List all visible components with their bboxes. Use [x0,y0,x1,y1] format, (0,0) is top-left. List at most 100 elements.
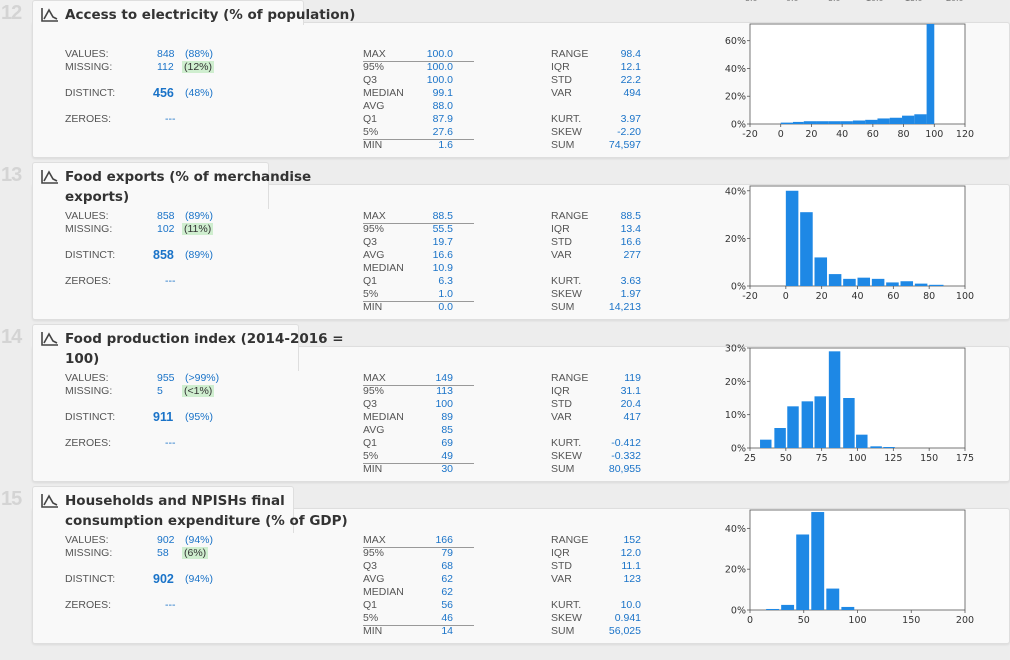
quantile-value: 149 [435,372,453,384]
variable-title[interactable]: Households and NPISHs final consumption … [65,491,348,531]
x-tick-label: -20 [742,291,758,302]
quantile-label: 95% [363,223,385,235]
variable-row: 12 Access to electricity (% of populatio… [0,0,1010,162]
variable-title-line: Households and NPISHs final [65,493,285,509]
stat-value: 12.1 [620,61,641,73]
numeric-variable-icon [41,332,58,346]
quantile-value: 62 [441,573,453,585]
variable-title[interactable]: Access to electricity (% of population) [65,5,355,25]
quantile-value: 68 [441,560,453,572]
stat-value: 12.0 [620,547,641,559]
x-tick-label: 100 [956,291,974,302]
x-tick-label: 120 [956,129,974,140]
quantile-label: Q3 [363,236,378,248]
values-label: VALUES: [65,210,109,222]
distinct-percent: (95%) [185,411,214,423]
y-tick-label: 40% [725,186,746,197]
variable-title-line: Food exports (% of merchandise [65,169,312,185]
y-tick-label: 40% [725,524,746,535]
quantile-value: 1.0 [438,288,453,300]
stat-value: 152 [623,534,641,546]
quantile-label: MAX [363,372,386,384]
x-tick-label: 80 [898,129,910,140]
numeric-variable-icon [41,170,58,184]
histogram-bar [841,606,855,610]
quantile-divider [363,625,474,626]
histogram-bar [929,284,944,286]
variable-title-line: Food production index (2014-2016 = [65,331,344,347]
stat-label: IQR [551,547,570,559]
stat-value: -2.20 [617,126,641,138]
y-tick-label: 40% [725,64,746,75]
variable-row: 15 Households and NPISHs final consumpti… [0,486,1010,648]
quantile-label: 5% [363,612,379,624]
missing-percent: (6%) [182,547,209,559]
histogram-bar [828,351,841,448]
quantile-value: 49 [441,450,453,462]
stat-label: IQR [551,385,570,397]
stat-label: KURT. [551,599,582,611]
quantile-value: 89 [441,411,453,423]
stat-label: SKEW [551,288,582,300]
quantile-value: 10.9 [432,262,453,274]
missing-percent-badge: (11%) [182,223,214,235]
stat-label: VAR [551,573,572,585]
quantile-value: 27.6 [432,126,453,138]
quantile-value: 14 [441,625,453,637]
quantile-label: Q3 [363,74,378,86]
y-tick-label: 20% [725,92,746,103]
quantile-value: 56 [441,599,453,611]
distinct-label: DISTINCT: [65,411,116,423]
stat-value: 16.6 [620,236,641,248]
numeric-variable-icon [41,8,58,22]
quantile-value: 85 [441,424,453,436]
stat-value: 74,597 [608,139,641,151]
stat-value: 80,955 [608,463,641,475]
histogram-svg: 0%20%40%-20 0 20 40 60 80 100 [725,185,974,302]
quantile-label: AVG [363,249,385,261]
quantile-divider [363,301,474,302]
quantile-divider [363,223,474,224]
histogram-chart: 0% 20% 40% 0 50 100 150 200 [720,504,1010,654]
x-tick-label: 125 [884,453,902,464]
stat-value: 10.0 [620,599,641,611]
quantile-value: 100 [435,398,453,410]
stat-value: 20.4 [620,398,641,410]
distinct-count: 911 [153,410,174,424]
histogram-bar [871,278,885,286]
x-tick-label: 150 [902,615,920,626]
row-number: 15 [1,488,22,510]
quantile-label: Q3 [363,560,378,572]
x-tick-label: 80 [923,291,935,302]
x-tick-label: 40 [836,129,848,140]
missing-count: 112 [157,61,174,73]
histogram-bar [814,257,828,286]
distinct-percent: (48%) [185,87,214,99]
histogram-bar [781,604,795,610]
quantile-label: 5% [363,288,379,300]
histogram-bar [826,588,840,610]
x-tick-label: 175 [956,453,974,464]
histogram-bar [785,190,799,286]
zeroes-label: ZEROES: [65,113,112,125]
quantile-label: AVG [363,100,385,112]
stat-label: STD [551,74,572,86]
stat-value: 123 [623,573,641,585]
missing-percent-badge: (12%) [182,61,215,73]
quantile-label: Q1 [363,437,378,449]
histogram-bar [800,212,813,286]
stat-label: SKEW [551,612,582,624]
variable-title[interactable]: Food production index (2014-2016 = 100) [65,329,344,369]
histogram-bar [828,274,842,286]
stat-value: 22.2 [620,74,641,86]
missing-percent-badge: (6%) [182,547,209,559]
stat-label: VAR [551,411,572,423]
stat-value: 11.1 [621,560,641,572]
stat-value: 277 [623,249,641,261]
stat-value: -0.332 [611,450,641,462]
histogram-svg: 0%10%20%30%25 50 75 100 125 150 175 [725,344,974,465]
x-tick-label: 60 [887,291,899,302]
y-tick-label: 0% [731,606,746,617]
variable-title[interactable]: Food exports (% of merchandise exports) [65,167,311,207]
histogram-bar [852,120,866,124]
